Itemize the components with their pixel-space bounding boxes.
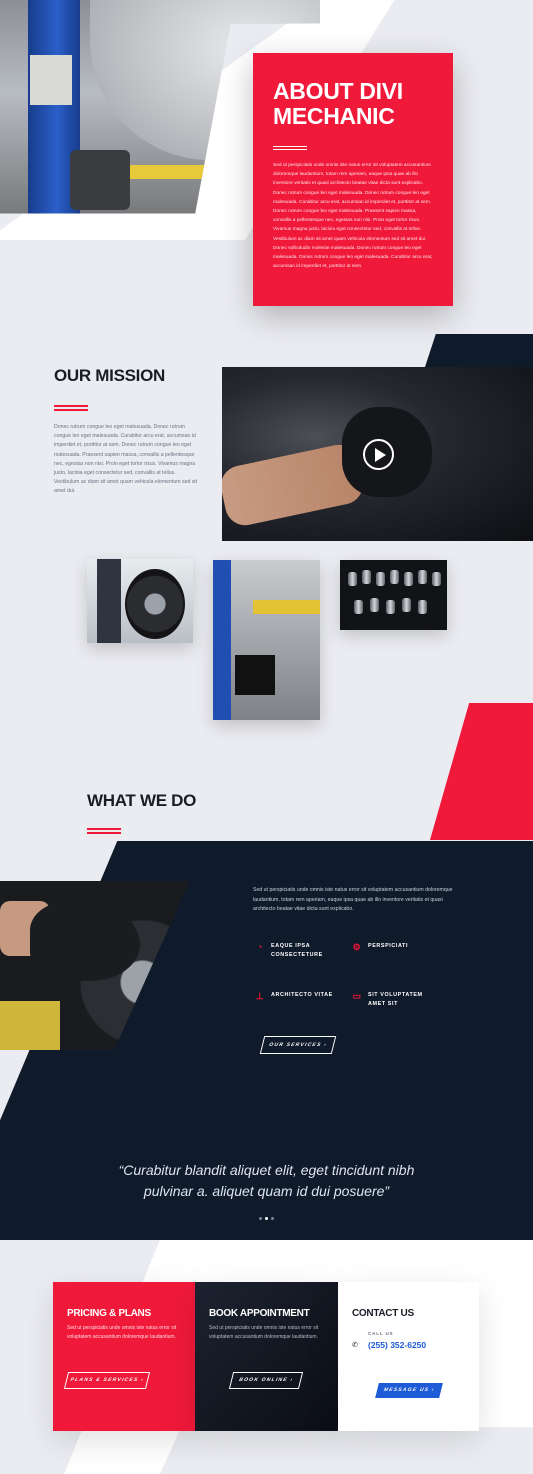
plans-services-button[interactable]: PLANS & SERVICES › [63,1372,151,1389]
gallery-image-sockets[interactable] [340,560,447,630]
booking-title: BOOK APPOINTMENT [209,1308,310,1319]
message-us-button[interactable]: MESSAGE US › [375,1383,443,1398]
book-online-button[interactable]: BOOK ONLINE › [228,1372,304,1389]
service-item-3[interactable]: ⊥ ARCHITECTO VITAE [255,991,333,1001]
phone-number[interactable]: (255) 352-6250 [368,1340,465,1350]
service-3-line1: ARCHITECTO VITAE [271,992,333,998]
service-1-line1: EAQUE IPSA [271,943,311,949]
pricing-card: PRICING & PLANS Sed ut perspiciatis unde… [53,1282,195,1431]
pricing-title: PRICING & PLANS [67,1308,151,1319]
service-4-line2: AMET SIT [368,1001,398,1007]
quote-line2: pulvinar a. aliquet quam id dui posuere” [143,1183,390,1199]
navy-corner-shape [425,334,533,367]
quote-line1: “Curabitur blandit aliquet elit, eget ti… [118,1162,415,1178]
play-icon[interactable] [363,439,394,470]
call-us-label: CALL US [368,1331,394,1336]
slider-dot-3[interactable] [271,1217,274,1220]
red-accent-shape [430,703,533,840]
service-item-2[interactable]: ⚙ PERSPICIATI [352,942,408,952]
gallery-image-lift[interactable] [213,560,320,720]
what-we-do-title: WHAT WE DO [87,791,197,810]
slider-dot-2[interactable] [265,1217,268,1220]
testimonial-quote: “Curabitur blandit aliquet elit, eget ti… [80,1160,453,1202]
pricing-body: Sed ut perspiciatis unde omnis iste natu… [67,1325,177,1340]
service-2-line1: PERSPICIATI [368,943,409,949]
service-1-line2: CONSECTETURE [271,952,323,958]
booking-card: BOOK APPOINTMENT Sed ut perspiciatis und… [195,1282,338,1431]
gauge-icon: ◔ [256,942,264,952]
about-body: Sed ut perspiciatis unde omnis iste natu… [273,163,433,270]
contact-card: CONTACT US ✆ CALL US (255) 352-6250 [338,1282,479,1431]
mission-divider [54,405,88,407]
our-services-button[interactable]: OUR SERVICES › [259,1036,337,1054]
about-title-line1: ABOUT DIVI [273,78,403,104]
about-card: ABOUT DIVI MECHANIC Sed ut perspiciatis … [253,53,453,306]
service-item-1[interactable]: ◔ EAQUE IPSA CONSECTETURE [255,942,323,960]
service-4-line1: SIT VOLUPTATEM [368,992,423,998]
what-we-do-divider [87,828,121,830]
slider-dots[interactable] [259,1217,274,1220]
about-title-line2: MECHANIC [273,103,395,129]
what-we-do-body: Sed ut perspiciatis unde omnis iste natu… [253,887,453,913]
gallery-image-tire[interactable] [87,559,193,643]
car-icon: ▭ [352,991,362,1001]
about-title: ABOUT DIVI MECHANIC [273,79,433,129]
about-divider [273,146,307,147]
contact-title: CONTACT US [352,1308,414,1319]
booking-body: Sed ut perspiciatis unde omnis iste natu… [209,1325,319,1340]
mission-title: OUR MISSION [54,366,165,385]
slider-dot-1[interactable] [259,1217,262,1220]
mission-body: Donec rutrum congue leo eget malesuada. … [54,424,198,495]
car-lift-icon: ⊥ [255,991,265,1001]
service-item-4[interactable]: ▭ SIT VOLUPTATEM AMET SIT [352,991,423,1009]
phone-icon: ✆ [352,1342,358,1349]
mission-video[interactable] [222,367,533,541]
wrench-gear-icon: ⚙ [352,942,362,952]
